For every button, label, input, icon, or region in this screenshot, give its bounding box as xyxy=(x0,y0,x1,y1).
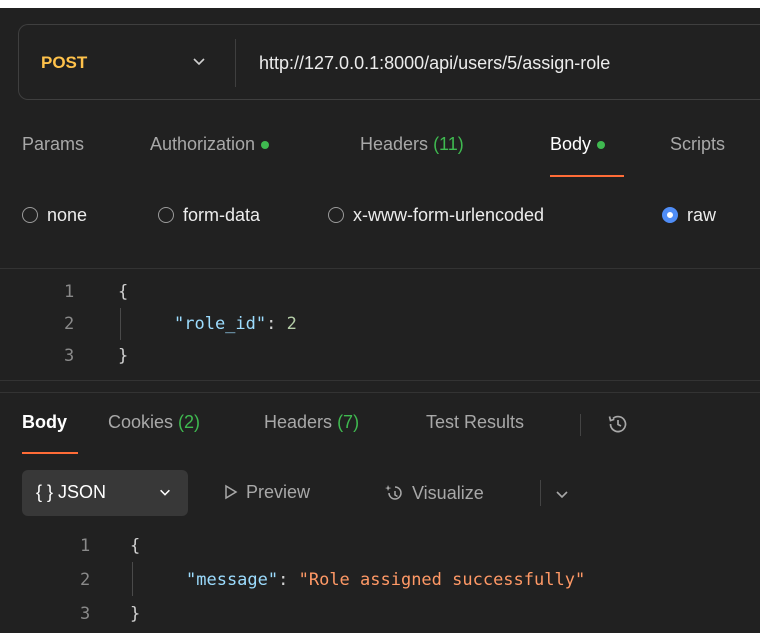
radio-form-data[interactable]: form-data xyxy=(158,205,260,226)
code-line: "role_id": 2 xyxy=(174,314,297,334)
response-tab-headers[interactable]: Headers (7) xyxy=(264,412,359,433)
line-number: 1 xyxy=(64,282,75,302)
divider xyxy=(0,392,760,393)
divider xyxy=(0,380,760,381)
code-brace: } xyxy=(118,346,129,366)
tab-authorization[interactable]: Authorization xyxy=(150,134,270,155)
line-number: 2 xyxy=(64,314,75,334)
code-brace: { xyxy=(130,536,141,556)
chevron-down-icon xyxy=(160,489,170,496)
radio-none[interactable]: none xyxy=(22,205,87,226)
response-tab-test-results[interactable]: Test Results xyxy=(426,412,524,433)
radio-raw[interactable]: raw xyxy=(662,205,716,226)
response-tab-body[interactable]: Body xyxy=(22,412,67,433)
divider xyxy=(0,268,760,269)
response-tab-cookies[interactable]: Cookies (2) xyxy=(108,412,200,433)
line-number: 3 xyxy=(64,346,75,366)
radio-circle-selected xyxy=(662,207,678,223)
chevron-down-icon[interactable] xyxy=(191,53,207,69)
history-icon[interactable] xyxy=(606,412,630,436)
visualize-button[interactable]: Visualize xyxy=(384,482,484,504)
separator xyxy=(540,480,541,506)
visualize-icon xyxy=(385,485,402,500)
format-label: { } JSON xyxy=(36,482,107,502)
url-divider xyxy=(235,39,236,87)
radio-circle xyxy=(22,207,38,223)
indent-guide xyxy=(132,562,133,596)
line-number: 2 xyxy=(80,570,91,590)
url-input[interactable]: http://127.0.0.1:8000/api/users/5/assign… xyxy=(259,53,610,74)
format-select-json[interactable]: { } JSON xyxy=(22,470,188,516)
request-url-bar: POST http://127.0.0.1:8000/api/users/5/a… xyxy=(18,24,760,100)
tab-scripts[interactable]: Scripts xyxy=(670,134,725,155)
line-number: 3 xyxy=(80,604,91,624)
line-number: 1 xyxy=(80,536,91,556)
radio-urlencoded[interactable]: x-www-form-urlencoded xyxy=(328,205,544,226)
preview-button[interactable]: Preview xyxy=(222,482,310,503)
active-tab-underline xyxy=(550,175,624,177)
code-brace: } xyxy=(130,604,141,624)
indent-guide xyxy=(120,308,121,340)
code-brace: { xyxy=(118,282,129,302)
separator xyxy=(580,414,581,436)
radio-circle xyxy=(158,207,174,223)
play-outline-icon xyxy=(225,484,238,500)
radio-circle xyxy=(328,207,344,223)
code-line: "message": "Role assigned successfully" xyxy=(186,570,586,590)
tab-headers[interactable]: Headers (11) xyxy=(360,134,464,155)
method-select[interactable]: POST xyxy=(41,53,87,73)
request-tabs: Params Authorization Headers (11) Body S… xyxy=(0,128,760,184)
tab-body[interactable]: Body xyxy=(550,134,606,155)
tab-params[interactable]: Params xyxy=(22,134,84,155)
active-tab-underline xyxy=(22,452,78,454)
chevron-down-icon[interactable] xyxy=(554,486,570,502)
top-strip xyxy=(0,0,760,8)
body-type-radios: none form-data x-www-form-urlencoded raw xyxy=(0,196,760,236)
response-tabs: Body Cookies (2) Headers (7) Test Result… xyxy=(0,408,760,454)
status-dot xyxy=(261,141,270,150)
status-dot xyxy=(597,141,606,150)
